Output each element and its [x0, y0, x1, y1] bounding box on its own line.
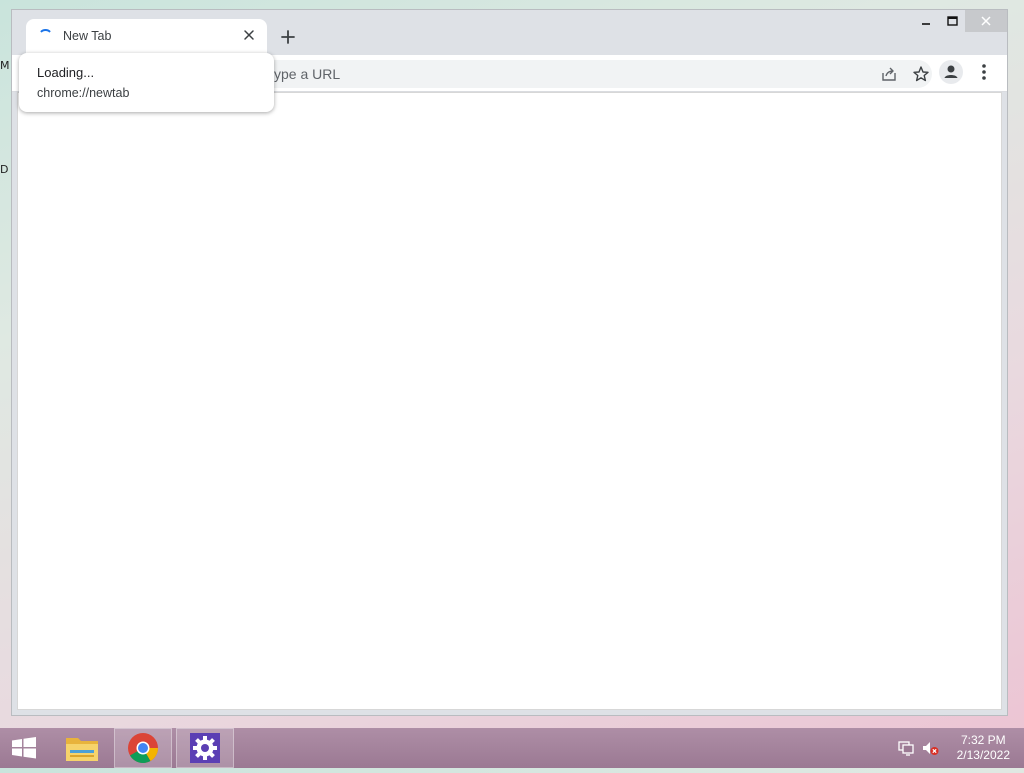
- minimize-icon: [922, 23, 930, 25]
- bookmark-button[interactable]: [912, 65, 930, 83]
- maximize-button[interactable]: [939, 10, 965, 32]
- close-icon: [981, 16, 991, 26]
- settings-icon: [190, 733, 220, 763]
- tab-strip: New Tab: [12, 10, 1007, 55]
- share-button[interactable]: [880, 65, 898, 83]
- browser-menu-button[interactable]: [974, 60, 994, 84]
- profile-button[interactable]: [939, 60, 963, 84]
- tab-hover-card: Loading... chrome://newtab: [19, 53, 274, 112]
- tab-title: New Tab: [63, 29, 112, 43]
- profile-icon: [944, 65, 958, 78]
- desktop-icon-label-sliver[interactable]: D: [0, 163, 8, 176]
- clock-time: 7:32 PM: [960, 733, 1006, 747]
- new-tab-button[interactable]: [276, 25, 300, 49]
- tab-new-tab[interactable]: New Tab: [26, 19, 267, 55]
- chrome-taskbar-button[interactable]: [114, 728, 172, 768]
- network-tray-button[interactable]: [897, 740, 915, 756]
- windows-start-icon: [12, 737, 36, 759]
- volume-muted-icon: [923, 742, 939, 755]
- bookmark-star-icon: [913, 66, 929, 82]
- start-button[interactable]: [4, 728, 44, 768]
- desktop-icon-label-sliver[interactable]: M: [0, 59, 10, 72]
- network-icon: [898, 741, 914, 756]
- browser-window: New Tab ype a URL: [11, 9, 1008, 716]
- plus-icon: [281, 30, 295, 44]
- tab-hover-card-title: Loading...: [37, 65, 95, 80]
- clock-date: 2/13/2022: [956, 748, 1010, 762]
- chrome-icon: [128, 733, 158, 764]
- tab-close-button[interactable]: [239, 25, 259, 45]
- maximize-icon: [947, 16, 958, 26]
- settings-taskbar-button[interactable]: [176, 728, 234, 768]
- close-icon: [244, 30, 254, 40]
- taskbar-clock[interactable]: 7:32 PM 2/13/2022: [957, 733, 1010, 763]
- minimize-button[interactable]: [913, 10, 939, 32]
- tab-hover-card-url: chrome://newtab: [37, 86, 130, 100]
- address-bar-placeholder: ype a URL: [274, 66, 341, 82]
- window-close-button[interactable]: [965, 10, 1007, 32]
- taskbar: 7:32 PM 2/13/2022: [0, 728, 1024, 768]
- loading-spinner-icon: [38, 29, 53, 44]
- share-icon: [882, 67, 896, 81]
- file-explorer-taskbar-button[interactable]: [56, 728, 108, 768]
- volume-tray-button[interactable]: [921, 740, 939, 756]
- file-explorer-icon: [66, 738, 98, 761]
- more-vert-icon: [982, 64, 986, 80]
- page-content[interactable]: [17, 92, 1002, 710]
